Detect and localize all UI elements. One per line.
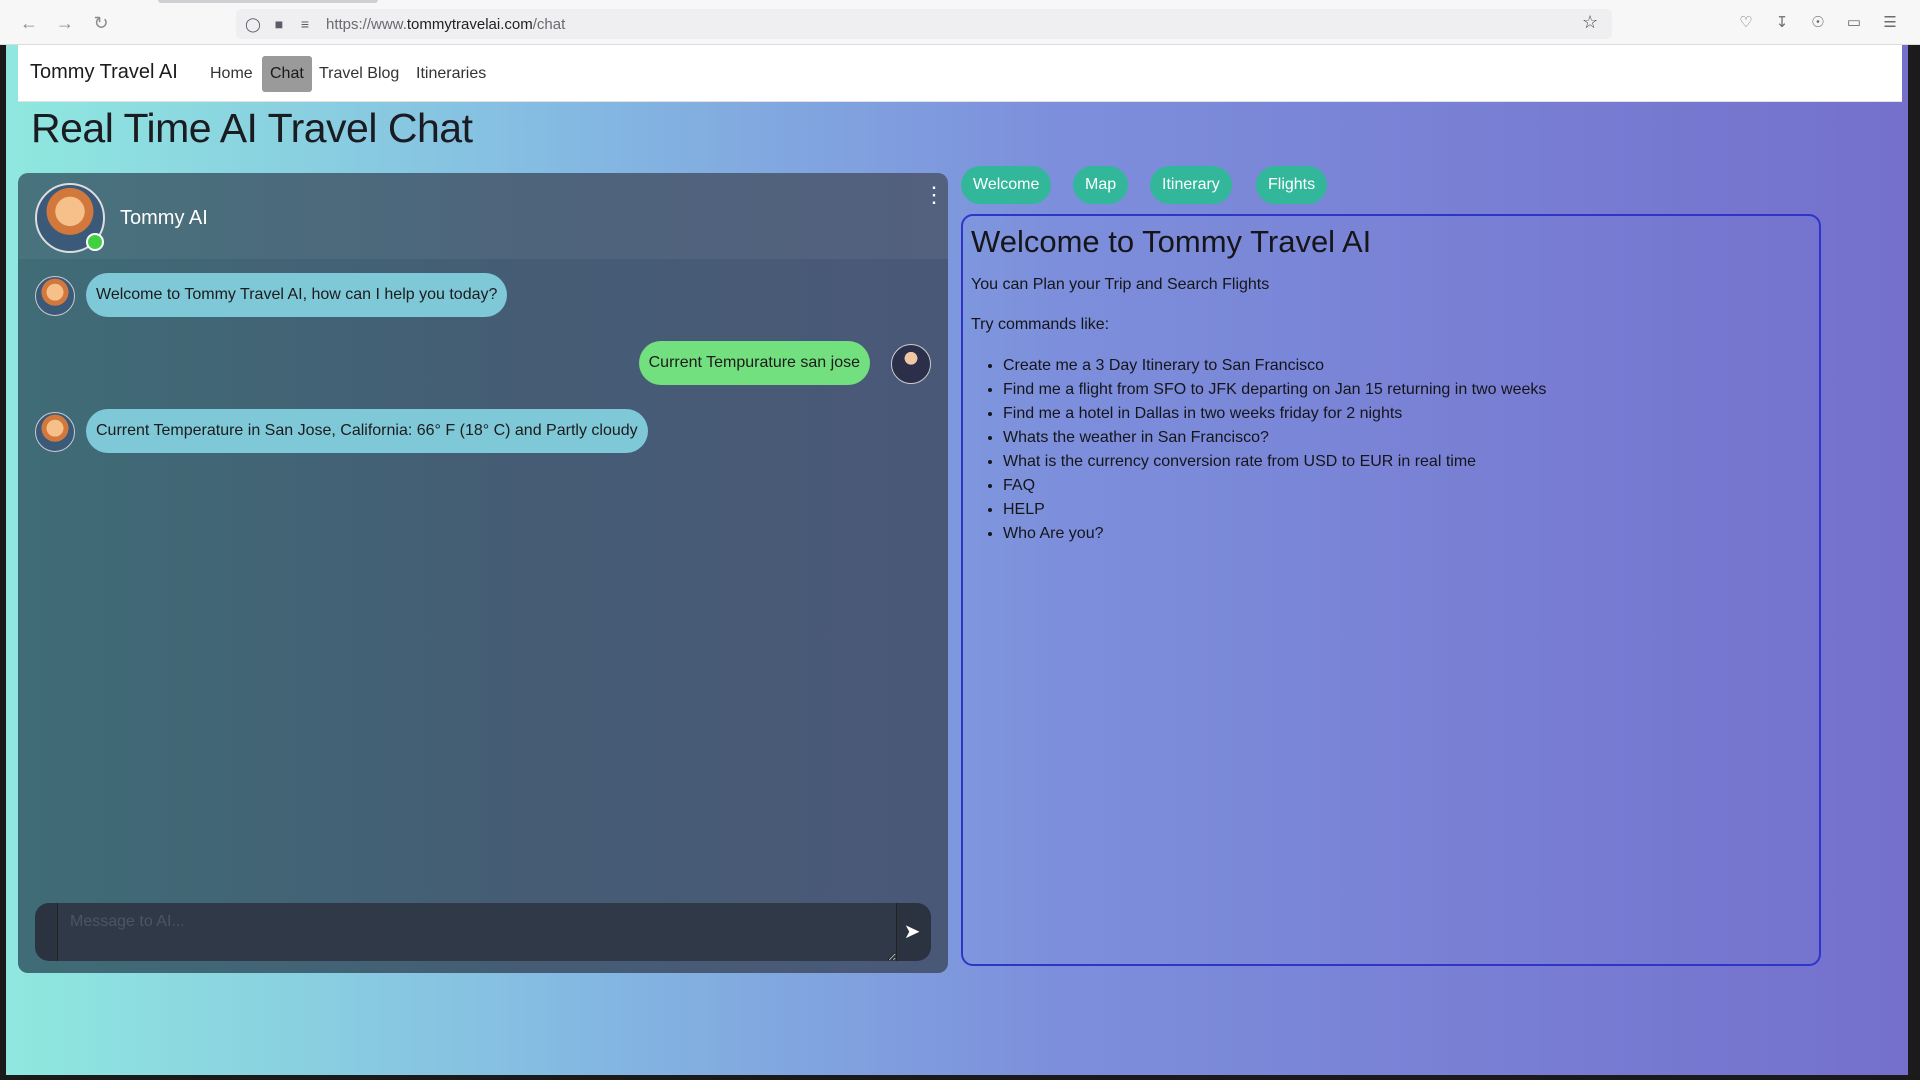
menu-icon[interactable]: ☰ [1880, 13, 1900, 33]
welcome-subtitle: You can Plan your Trip and Search Flight… [971, 276, 1270, 293]
welcome-panel: Welcome to Tommy Travel AI You can Plan … [961, 214, 1821, 966]
send-icon[interactable]: ➤ [897, 919, 927, 945]
message-input[interactable] [57, 903, 897, 961]
message-bot-avatar [35, 412, 75, 452]
command-item: FAQ [1003, 474, 1546, 498]
bookmark-star-icon[interactable]: ☆ [1582, 12, 1598, 33]
nav-link-chat[interactable]: Chat [262, 56, 312, 92]
try-commands-label: Try commands like: [971, 316, 1110, 333]
tab-itinerary[interactable]: Itinerary [1150, 166, 1232, 204]
nav-link-itineraries[interactable]: Itineraries [408, 56, 494, 92]
bot-message: Welcome to Tommy Travel AI, how can I he… [86, 273, 508, 317]
tab-welcome[interactable]: Welcome [961, 166, 1052, 204]
forward-arrow-icon[interactable]: → [54, 12, 76, 34]
tab-map[interactable]: Map [1073, 166, 1129, 204]
message-bot-avatar [35, 276, 75, 316]
command-item: Create me a 3 Day Itinerary to San Franc… [1003, 354, 1546, 378]
shield-icon[interactable]: ◯ [244, 15, 262, 33]
address-bar[interactable]: ◯ ■ ≡ https://www.tommytravelai.com/chat [236, 9, 1612, 39]
command-item: Find me a flight from SFO to JFK departi… [1003, 378, 1546, 402]
permissions-icon[interactable]: ≡ [296, 15, 314, 33]
url-prefix: https://www. [326, 16, 407, 33]
command-item: HELP [1003, 498, 1546, 522]
chat-panel: Tommy AI ⋮ Welcome to Tommy Travel AI, h… [18, 173, 948, 973]
active-tab-indicator [158, 0, 378, 3]
brand-logo[interactable]: Tommy Travel AI [30, 61, 178, 84]
url-path: /chat [532, 16, 566, 33]
user-message: Current Tempurature san jose [638, 341, 870, 385]
back-arrow-icon[interactable]: ← [18, 12, 40, 34]
window-edge [1908, 45, 1920, 1075]
page-title: Real Time AI Travel Chat [31, 105, 473, 151]
nav-link-travel-blog[interactable]: Travel Blog [311, 56, 407, 92]
url-host: tommytravelai.com [406, 16, 533, 33]
lock-icon[interactable]: ■ [270, 15, 288, 33]
user-avatar [891, 344, 931, 384]
browser-toolbar: ← → ↻ ◯ ■ ≡ https://www.tommytravelai.co… [0, 0, 1920, 45]
pocket-icon[interactable]: ♡ [1736, 13, 1756, 33]
reload-icon[interactable]: ↻ [90, 12, 112, 34]
bot-message: Current Temperature in San Jose, Califor… [86, 409, 648, 453]
welcome-title: Welcome to Tommy Travel AI [971, 224, 1372, 259]
command-item: What is the currency conversion rate fro… [1003, 450, 1546, 474]
chat-header: Tommy AI ⋮ [18, 173, 948, 259]
command-item: Who Are you? [1003, 522, 1546, 546]
online-status-dot [86, 233, 104, 251]
command-item: Find me a hotel in Dallas in two weeks f… [1003, 402, 1546, 426]
account-icon[interactable]: ☉ [1808, 13, 1828, 33]
extensions-icon[interactable]: ▭ [1844, 13, 1864, 33]
nav-link-home[interactable]: Home [202, 56, 261, 92]
tab-flights[interactable]: Flights [1256, 166, 1328, 204]
command-item: Whats the weather in San Francisco? [1003, 426, 1546, 450]
more-options-icon[interactable]: ⋮ [923, 184, 945, 217]
command-list: Create me a 3 Day Itinerary to San Franc… [971, 354, 1546, 546]
download-icon[interactable]: ↧ [1772, 13, 1792, 33]
message-composer: ➤ [35, 903, 931, 961]
page-body: Tommy Travel AI Home Chat Travel Blog It… [6, 45, 1910, 1075]
bot-name: Tommy AI [120, 207, 208, 229]
url-text[interactable]: https://www.tommytravelai.com/chat [326, 16, 565, 33]
site-navbar: Tommy Travel AI Home Chat Travel Blog It… [18, 45, 1902, 102]
